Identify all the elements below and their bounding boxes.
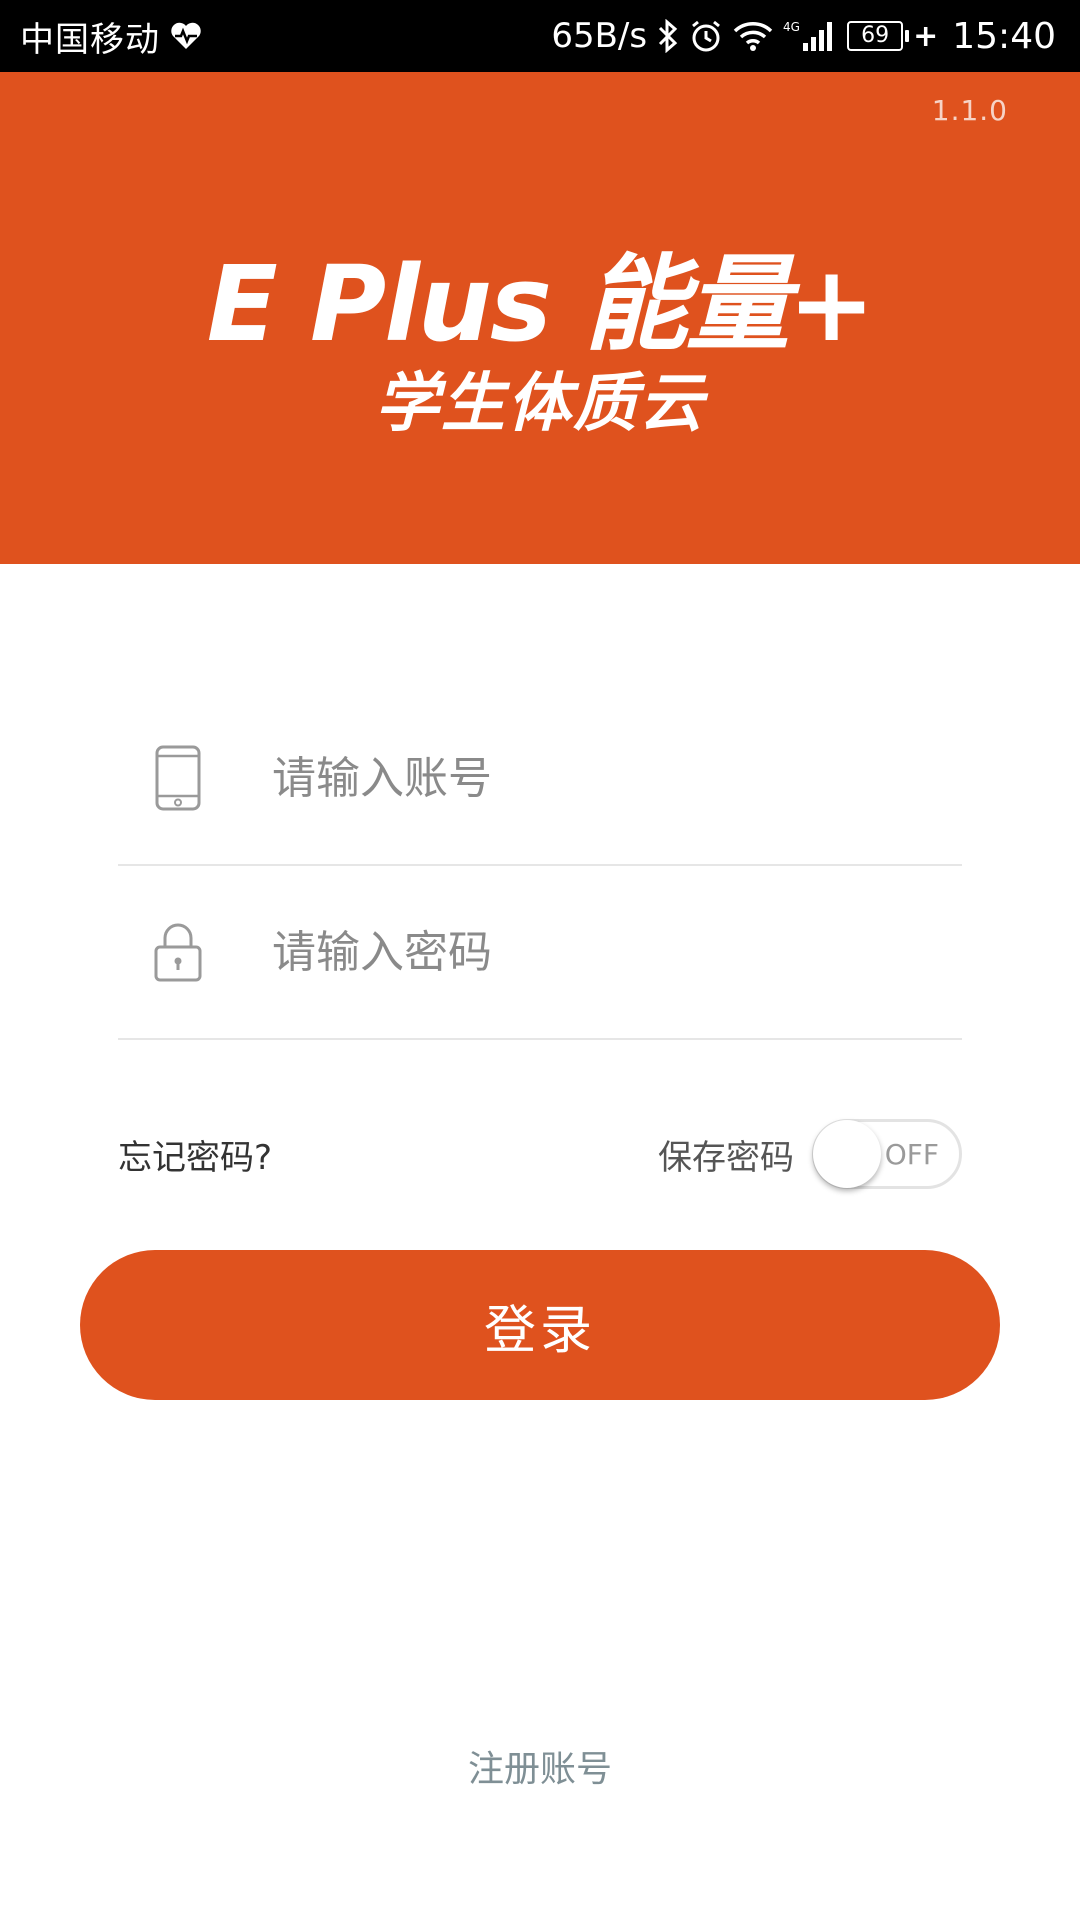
options-row: 忘记密码? 保存密码 OFF xyxy=(118,1118,962,1190)
wifi-icon xyxy=(733,20,773,52)
forgot-password-link[interactable]: 忘记密码? xyxy=(118,1130,272,1179)
network-speed: 65B/s xyxy=(551,16,648,56)
bluetooth-icon xyxy=(657,19,679,53)
save-password-label: 保存密码 xyxy=(658,1137,794,1178)
battery-tip xyxy=(905,30,910,42)
save-password-toggle[interactable]: OFF xyxy=(812,1119,962,1189)
status-bar: 中国移动 65B/s 4G 69 + 15:40 xyxy=(0,0,1080,72)
brand-title: E Plus 能量+ xyxy=(206,243,875,365)
alarm-icon xyxy=(689,19,723,53)
battery-icon: 69 + xyxy=(847,19,938,54)
account-input[interactable] xyxy=(270,751,870,805)
login-button[interactable]: 登录 xyxy=(80,1250,1000,1400)
status-bar-left: 中国移动 xyxy=(20,12,202,61)
password-field[interactable] xyxy=(118,866,962,1040)
clock: 15:40 xyxy=(952,15,1056,57)
account-field[interactable] xyxy=(118,692,962,866)
brand-subtitle: 学生体质云 xyxy=(375,367,705,441)
status-bar-right: 65B/s 4G 69 + 15:40 xyxy=(551,16,1056,57)
network-type-label: 4G xyxy=(783,20,800,34)
toggle-knob xyxy=(813,1120,881,1188)
app-version: 1.1.0 xyxy=(931,94,1008,127)
charging-indicator: + xyxy=(913,18,939,54)
carrier-name: 中国移动 xyxy=(20,19,160,60)
heart-monitor-icon xyxy=(170,21,202,51)
battery-level: 69 xyxy=(847,21,904,51)
signal-icon: 4G xyxy=(783,19,837,53)
save-password-group: 保存密码 OFF xyxy=(658,1119,962,1189)
header-banner: 1.1.0 E Plus 能量+ 学生体质云 xyxy=(0,72,1080,564)
password-input[interactable] xyxy=(270,925,870,979)
toggle-state-label: OFF xyxy=(884,1137,939,1171)
lock-icon xyxy=(142,921,214,983)
phone-icon xyxy=(142,744,214,812)
register-link[interactable]: 注册账号 xyxy=(0,1740,1080,1792)
